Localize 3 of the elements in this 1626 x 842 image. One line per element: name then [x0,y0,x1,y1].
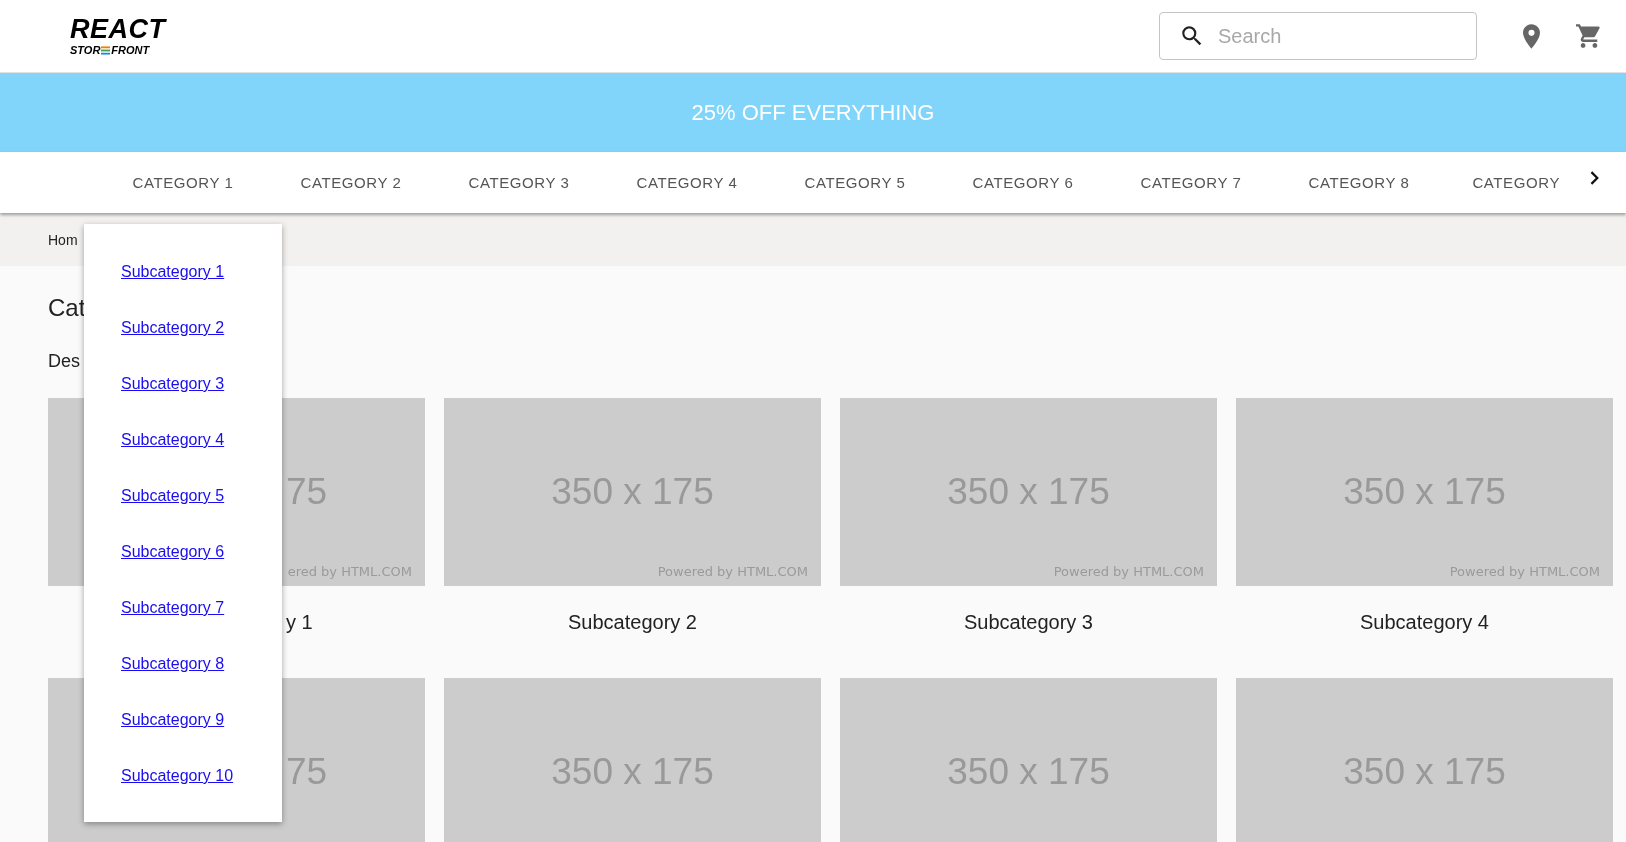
page-title: Cat [48,294,86,321]
page-description: Des [48,351,80,371]
promo-text: 25% OFF EVERYTHING [691,99,935,126]
